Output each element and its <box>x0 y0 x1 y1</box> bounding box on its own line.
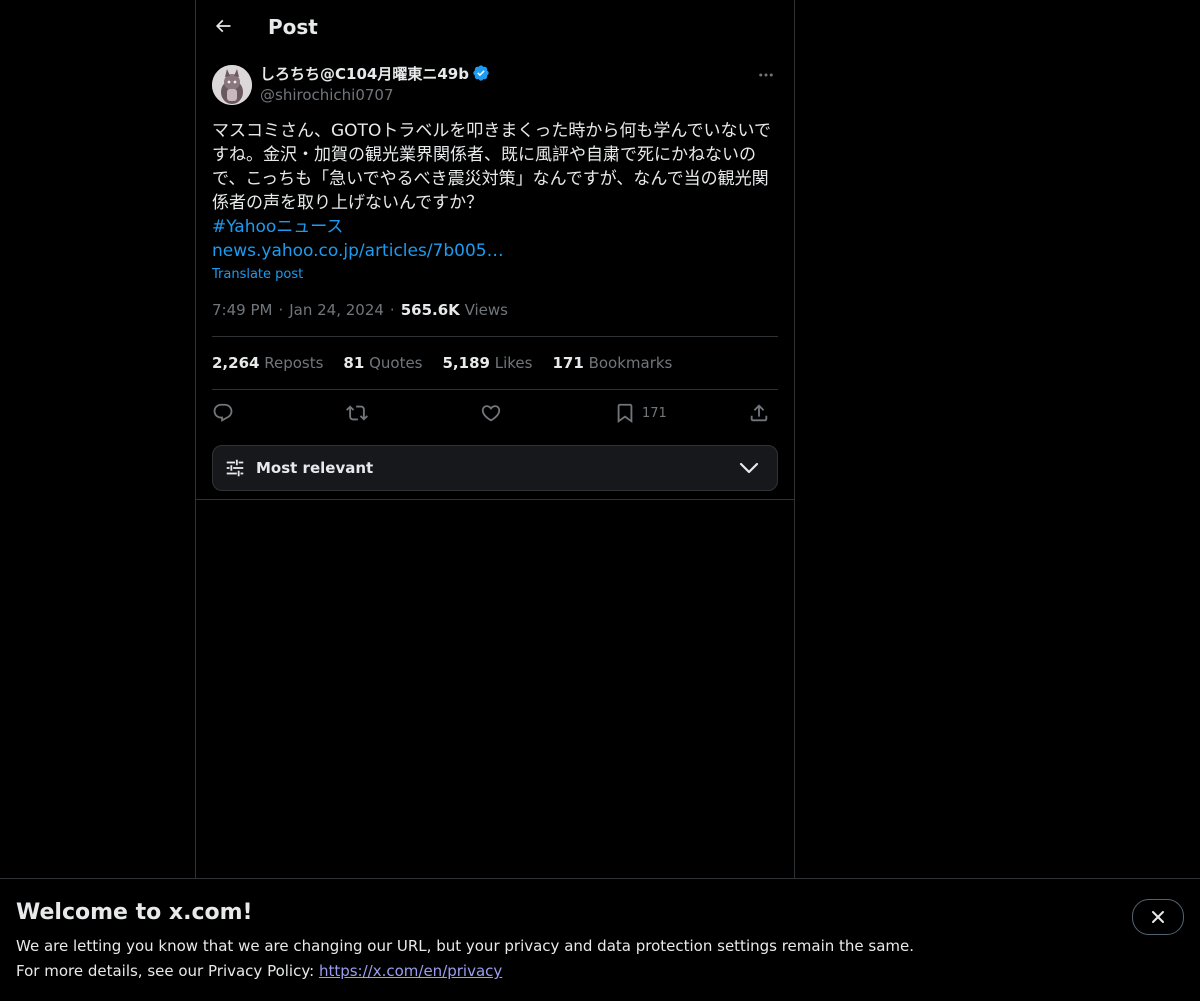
hashtag-link[interactable]: #Yahooニュース <box>212 215 778 239</box>
bookmarks-label: Bookmarks <box>588 354 673 372</box>
banner-privacy-line: For more details, see our Privacy Policy… <box>16 961 502 981</box>
share-button[interactable] <box>748 400 770 426</box>
views-label: Views <box>464 301 508 319</box>
translate-post-link[interactable]: Translate post <box>212 266 303 284</box>
avatar-image-icon <box>212 65 252 105</box>
post-column: Post しろちち@C104月曜東ニ49b @shirochichi0707 マ… <box>195 0 795 1000</box>
close-icon <box>1152 911 1164 923</box>
divider <box>212 389 778 390</box>
likes-label: Likes <box>494 354 533 372</box>
quotes-count: 81 <box>343 354 365 372</box>
repost-button[interactable] <box>346 400 368 426</box>
chevron-down-icon <box>739 462 759 474</box>
bookmarks-stat[interactable]: 171 Bookmarks <box>552 353 672 373</box>
bookmark-icon <box>617 403 633 424</box>
heart-icon <box>481 405 501 422</box>
avatar[interactable] <box>212 65 252 105</box>
privacy-policy-link[interactable]: https://x.com/en/privacy <box>319 962 502 980</box>
views-count: 565.6K <box>400 301 460 319</box>
reply-sort-dropdown[interactable]: Most relevant <box>212 445 778 491</box>
author-handle[interactable]: @shirochichi0707 <box>260 85 394 105</box>
repost-icon <box>346 405 368 421</box>
quotes-label: Quotes <box>369 354 423 372</box>
post-header: Post <box>196 0 794 54</box>
share-icon <box>750 404 768 422</box>
sort-label: Most relevant <box>256 459 374 477</box>
banner-privacy-text: For more details, see our Privacy Policy… <box>16 962 319 980</box>
action-bar: 171 <box>212 400 778 426</box>
author-name[interactable]: しろちち@C104月曜東ニ49b <box>260 64 490 84</box>
verified-badge-icon <box>473 65 489 81</box>
post-date[interactable]: Jan 24, 2024 <box>289 301 384 319</box>
like-button[interactable] <box>480 400 502 426</box>
reply-icon <box>213 403 233 422</box>
banner-title: Welcome to x.com! <box>16 900 253 925</box>
author-name-text: しろちち@C104月曜東ニ49b <box>260 65 469 83</box>
divider <box>212 336 778 337</box>
bookmarks-count: 171 <box>552 354 584 372</box>
bookmark-button[interactable]: 171 <box>614 400 667 426</box>
meta-separator: · <box>389 301 395 319</box>
arrow-left-icon <box>215 19 231 33</box>
divider <box>196 499 794 500</box>
banner-message: We are letting you know that we are chan… <box>16 937 915 955</box>
reposts-stat[interactable]: 2,264 Reposts <box>212 353 323 373</box>
post-author: しろちち@C104月曜東ニ49b @shirochichi0707 <box>212 64 778 106</box>
post-text: マスコミさん、GOTOトラベルを叩きまくった時から何も学んでいないですね。金沢・… <box>212 121 771 213</box>
article-link[interactable]: news.yahoo.co.jp/articles/7b005… <box>212 239 778 263</box>
sliders-icon <box>226 459 244 477</box>
back-button[interactable] <box>206 9 240 43</box>
likes-stat[interactable]: 5,189 Likes <box>443 353 533 373</box>
page-title: Post <box>268 15 318 39</box>
reposts-count: 2,264 <box>212 354 260 372</box>
post-stats: 2,264 Reposts 81 Quotes 5,189 Likes 171 … <box>212 353 672 373</box>
quotes-stat[interactable]: 81 Quotes <box>343 353 422 373</box>
bookmark-count: 171 <box>642 405 667 421</box>
banner-close-button[interactable] <box>1132 899 1184 935</box>
meta-separator: · <box>278 301 284 319</box>
reply-button[interactable] <box>212 400 234 426</box>
url-change-banner: Welcome to x.com! We are letting you kno… <box>0 878 1200 1001</box>
post-time[interactable]: 7:49 PM <box>212 301 272 319</box>
post-meta: 7:49 PM · Jan 24, 2024 · 565.6K Views <box>212 300 508 320</box>
reposts-label: Reposts <box>264 354 324 372</box>
likes-count: 5,189 <box>442 354 490 372</box>
more-options-button[interactable] <box>754 64 778 86</box>
more-horizontal-icon <box>759 73 773 77</box>
post-body: マスコミさん、GOTOトラベルを叩きまくった時から何も学んでいないですね。金沢・… <box>212 119 778 263</box>
